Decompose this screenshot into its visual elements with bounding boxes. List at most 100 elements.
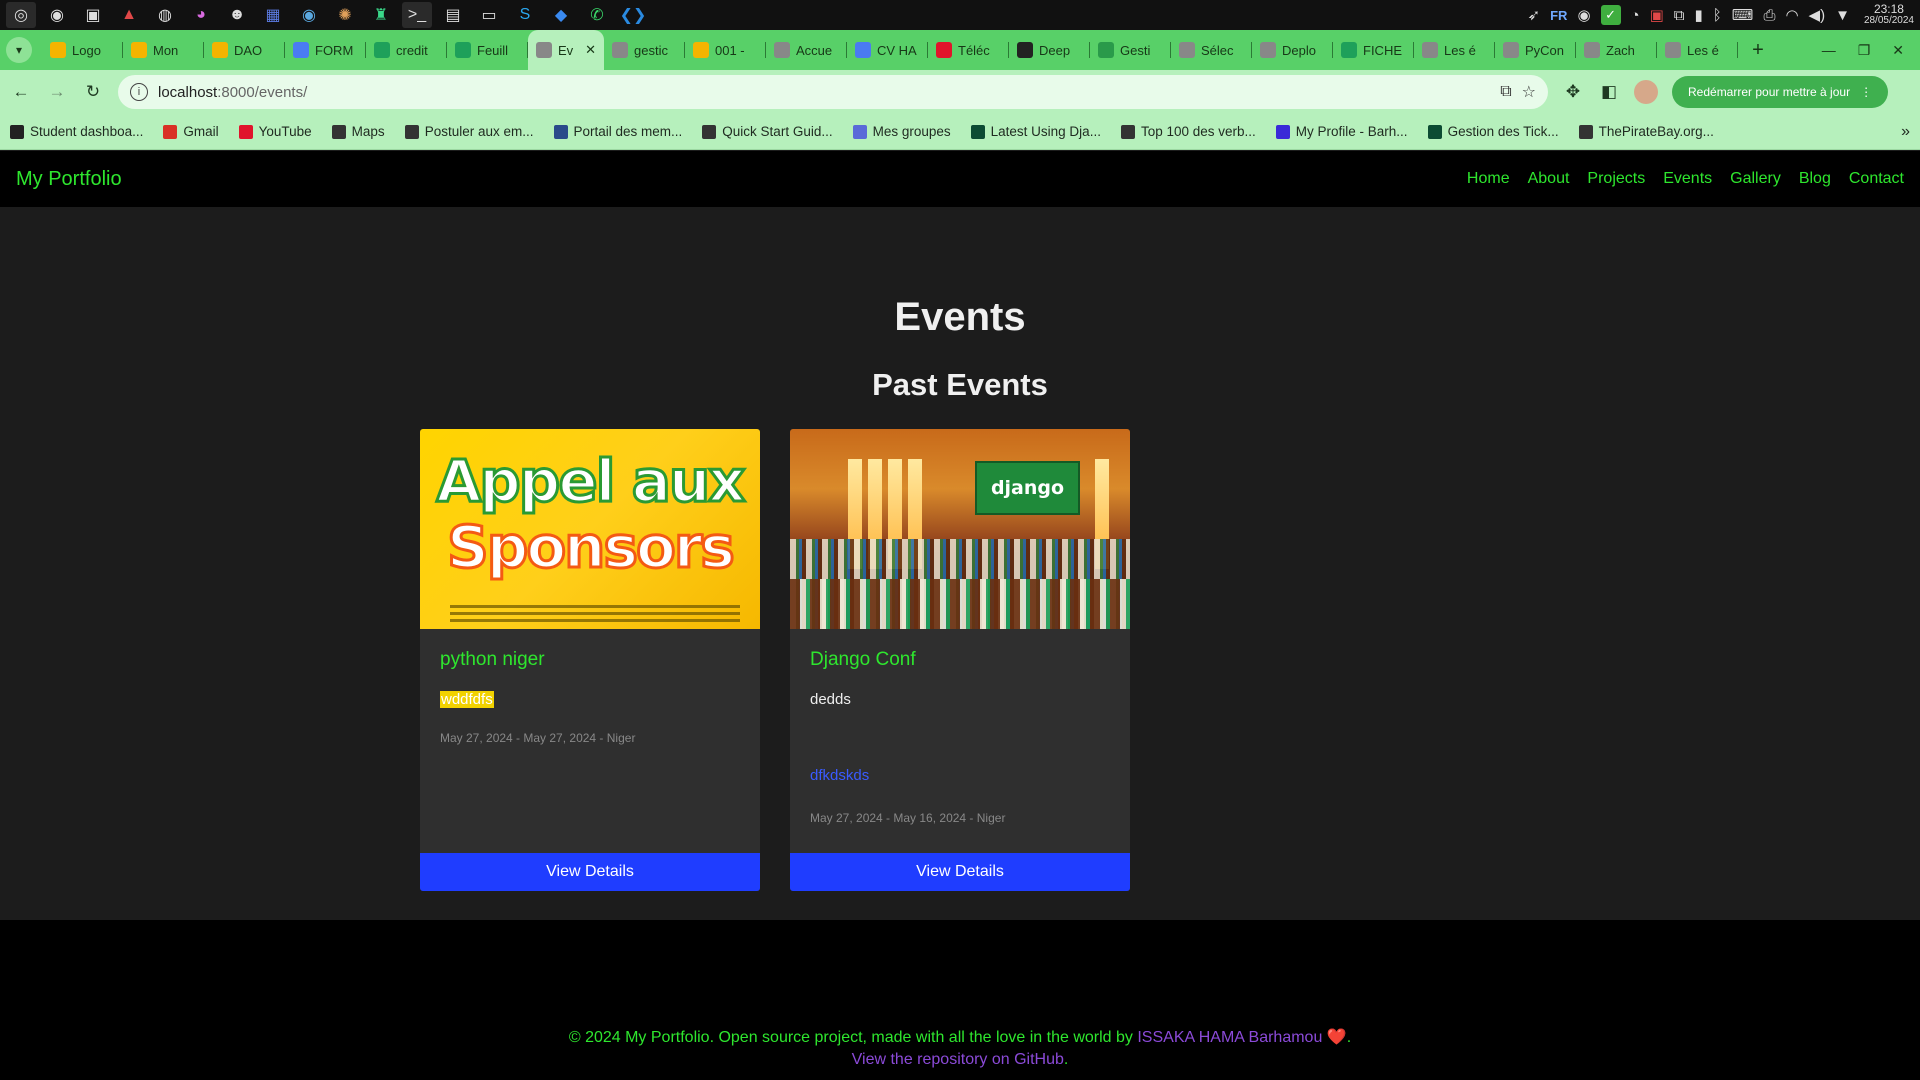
bluetooth-icon[interactable]: ᛒ (1713, 7, 1722, 24)
reload-button[interactable]: ↻ (82, 82, 104, 102)
browser-tab[interactable]: 001 - (685, 30, 766, 70)
more-bookmarks-icon[interactable]: » (1901, 123, 1910, 141)
bookmark-item[interactable]: Postuler aux em... (404, 124, 534, 139)
bookmark-item[interactable]: Mes groupes (852, 124, 951, 139)
view-details-button[interactable]: View Details (790, 853, 1130, 891)
bookmark-item[interactable]: My Profile - Barh... (1275, 124, 1408, 139)
volume-icon[interactable]: ◀) (1809, 6, 1826, 24)
wifi-icon[interactable]: ◠ (1785, 6, 1798, 24)
app-launcher-icon[interactable]: ◎ (6, 2, 36, 28)
app-icon[interactable]: ▭ (474, 2, 504, 28)
browser-tab[interactable]: FORM (285, 30, 366, 70)
check-icon[interactable]: ✓ (1600, 5, 1621, 25)
clipboard-icon[interactable]: ⧉ (1674, 7, 1685, 24)
nav-gallery[interactable]: Gallery (1730, 170, 1781, 188)
restore-icon[interactable]: ❐ (1858, 42, 1871, 59)
site-info-icon[interactable]: i (130, 83, 148, 101)
tab-active[interactable]: Ev ✕ (528, 30, 604, 70)
nav-about[interactable]: About (1528, 170, 1570, 188)
bookmark-star-icon[interactable]: ☆ (1522, 82, 1536, 102)
browser-tab[interactable]: Sélec (1171, 30, 1252, 70)
new-tab-button[interactable]: + (1744, 36, 1772, 64)
tray-expand-icon[interactable]: ▼ (1835, 7, 1850, 24)
clock[interactable]: 23:18 28/05/2024 (1864, 3, 1914, 27)
browser-tab[interactable]: PyCon (1495, 30, 1576, 70)
bookmark-item[interactable]: Quick Start Guid... (702, 124, 833, 139)
bookmark-item[interactable]: ThePirateBay.org... (1578, 124, 1714, 139)
vscode-icon[interactable]: ❮❯ (618, 2, 648, 28)
app-icon[interactable]: ♜ (366, 2, 396, 28)
close-tab-icon[interactable]: ✕ (585, 42, 596, 58)
nav-contact[interactable]: Contact (1849, 170, 1904, 188)
side-panel-icon[interactable]: ◧ (1598, 82, 1620, 102)
view-details-button[interactable]: View Details (420, 853, 760, 891)
nav-events[interactable]: Events (1663, 170, 1712, 188)
app-icon[interactable]: ▤ (438, 2, 468, 28)
browser-tab[interactable]: FICHE (1333, 30, 1414, 70)
browser-tab[interactable]: Deplo (1252, 30, 1333, 70)
browser-tab[interactable]: Accue (766, 30, 847, 70)
rocket-icon[interactable]: ➶ (1528, 6, 1541, 24)
extensions-icon[interactable]: ✥ (1562, 82, 1584, 102)
minimize-icon[interactable]: — (1822, 42, 1836, 59)
chrome-icon[interactable]: ◉ (42, 2, 72, 28)
bookmark-item[interactable]: Gestion des Tick... (1427, 124, 1559, 139)
nav-projects[interactable]: Projects (1587, 170, 1645, 188)
app-icon[interactable]: ▲ (114, 2, 144, 28)
browser-tab[interactable]: credit (366, 30, 447, 70)
translate-icon[interactable]: ⧉ (1500, 83, 1511, 101)
tab-search-button[interactable]: ▾ (6, 37, 32, 63)
browser-tab[interactable]: Les é (1657, 30, 1738, 70)
app-icon[interactable]: ◆ (546, 2, 576, 28)
address-bar[interactable]: i localhost:8000/events/ ⧉ ☆ (118, 75, 1548, 109)
keyboard-icon[interactable]: ⌨ (1732, 6, 1754, 24)
app-icon[interactable]: ◉ (294, 2, 324, 28)
event-link[interactable]: dfkdskds (810, 767, 869, 784)
app-icon[interactable]: ◕ (186, 2, 216, 28)
battery-icon[interactable]: ▮ (1695, 6, 1703, 24)
browser-tab[interactable]: Les é (1414, 30, 1495, 70)
browser-tab[interactable]: Deep (1009, 30, 1090, 70)
whatsapp-icon[interactable]: ✆ (582, 2, 612, 28)
app-icon[interactable]: ☻ (222, 2, 252, 28)
display-icon[interactable]: ▣ (1650, 6, 1664, 24)
author-link[interactable]: ISSAKA HAMA Barhamou (1137, 1029, 1322, 1046)
terminal-icon[interactable]: >_ (402, 2, 432, 28)
browser-tab[interactable]: CV HA (847, 30, 928, 70)
app-icon[interactable]: ◍ (150, 2, 180, 28)
printer-icon[interactable]: ⎙ (1763, 7, 1775, 24)
browser-tab[interactable]: DAO (204, 30, 285, 70)
bookmark-item[interactable]: Latest Using Dja... (970, 124, 1101, 139)
close-window-icon[interactable]: ✕ (1892, 42, 1904, 59)
url-text[interactable]: localhost:8000/events/ (158, 84, 1490, 101)
bookmark-item[interactable]: YouTube (238, 124, 312, 139)
app-icon[interactable]: ▦ (258, 2, 288, 28)
browser-tab[interactable]: Logo (42, 30, 123, 70)
profile-avatar[interactable] (1634, 80, 1658, 104)
site-brand[interactable]: My Portfolio (16, 168, 122, 191)
more-menu-icon[interactable]: ⋮ (1860, 85, 1872, 99)
browser-tab[interactable]: gestic (604, 30, 685, 70)
browser-tab[interactable]: Feuill (447, 30, 528, 70)
bookmark-item[interactable]: Maps (331, 124, 385, 139)
app-icon[interactable]: ▣ (78, 2, 108, 28)
update-button[interactable]: Redémarrer pour mettre à jour ⋮ (1672, 76, 1889, 108)
browser-tab[interactable]: Mon (123, 30, 204, 70)
skype-icon[interactable]: S (510, 2, 540, 28)
bookmark-item[interactable]: Student dashboa... (10, 124, 143, 139)
bookmark-item[interactable]: Portail des mem... (553, 124, 682, 139)
app-tray-icon[interactable]: ◔ (1631, 7, 1640, 24)
sync-icon[interactable]: ◉ (1577, 6, 1590, 24)
app-icon[interactable]: ✺ (330, 2, 360, 28)
repo-link[interactable]: View the repository on GitHub (852, 1051, 1064, 1068)
browser-tab[interactable]: Zach (1576, 30, 1657, 70)
bookmark-item[interactable]: Top 100 des verb... (1120, 124, 1256, 139)
forward-button[interactable]: → (46, 82, 68, 102)
nav-home[interactable]: Home (1467, 170, 1510, 188)
back-button[interactable]: ← (10, 82, 32, 102)
bookmark-item[interactable]: Gmail (163, 124, 219, 139)
browser-tab[interactable]: Téléc (928, 30, 1009, 70)
browser-tab[interactable]: Gesti (1090, 30, 1171, 70)
keyboard-layout[interactable]: FR (1550, 8, 1567, 23)
nav-blog[interactable]: Blog (1799, 170, 1831, 188)
